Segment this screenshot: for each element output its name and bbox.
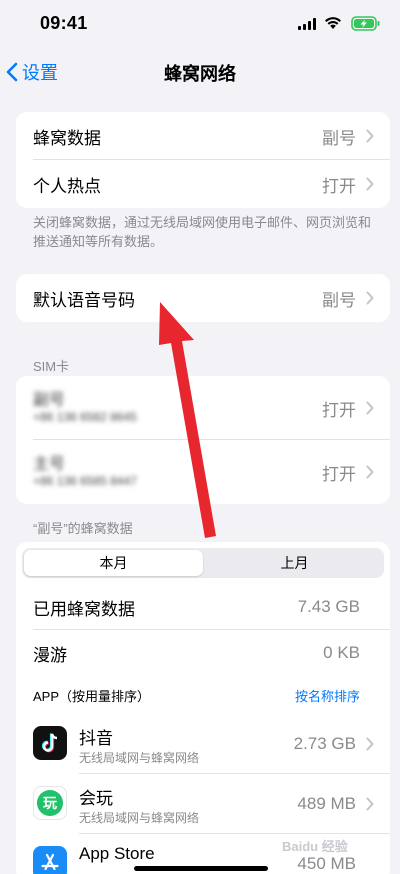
app-network: 无线局域网与蜂窝网络 <box>79 751 200 765</box>
app-store-icon <box>33 846 67 874</box>
usage-card: 本月 上月 已用蜂窝数据 7.43 GB 漫游 0 KB APP（按用量排序） … <box>16 542 390 874</box>
chevron-right-icon <box>366 177 374 191</box>
row-value: 打开 <box>322 176 356 196</box>
chevron-right-icon <box>366 737 374 751</box>
sim-row[interactable]: 副号 +86 136 6582 8645 打开 <box>16 376 390 440</box>
sim-name: 主号 <box>33 456 66 473</box>
home-indicator <box>134 866 268 871</box>
period-segmented-control: 本月 上月 <box>22 548 384 578</box>
used-cellular-data-row: 已用蜂窝数据 7.43 GB <box>16 584 390 630</box>
row-label: 已用蜂窝数据 <box>33 599 135 619</box>
battery-charging-icon <box>351 16 380 31</box>
status-bar: 09:41 <box>0 0 400 50</box>
sim-row[interactable]: 主号 +86 136 6585 8447 打开 <box>16 440 390 504</box>
huiwan-icon: 玩 <box>33 786 67 820</box>
chevron-right-icon <box>366 401 374 415</box>
row-value: 副号 <box>322 128 356 148</box>
app-name: 会玩 <box>79 789 113 808</box>
cellular-signal-icon <box>298 18 316 30</box>
page-title: 蜂窝网络 <box>164 64 236 84</box>
app-network: 无线局域网与蜂窝网络 <box>79 811 200 825</box>
cellular-data-footnote: 关闭蜂窝数据，通过无线局域网使用电子邮件、网页浏览和推送通知等所有数据。 <box>33 215 372 249</box>
baidu-watermark: Baidu 经验 <box>282 839 348 854</box>
tiktok-icon <box>33 726 67 760</box>
app-name: App Store <box>79 844 155 863</box>
chevron-right-icon <box>366 797 374 811</box>
tab-last-month[interactable]: 上月 <box>205 548 384 578</box>
app-usage: 489 MB <box>297 794 356 813</box>
row-label: 蜂窝数据 <box>33 128 101 148</box>
row-value: 副号 <box>322 290 356 310</box>
status-time: 09:41 <box>40 13 88 33</box>
row-value: 0 KB <box>323 643 360 662</box>
row-value: 打开 <box>322 464 356 484</box>
sort-by-name-button[interactable]: 按名称排序 <box>295 686 360 705</box>
row-label: 漫游 <box>33 645 67 665</box>
sim-number: +86 136 6582 8645 <box>33 410 137 424</box>
app-usage: 450 MB <box>297 854 356 873</box>
chevron-right-icon <box>366 291 374 305</box>
chevron-right-icon <box>366 129 374 143</box>
row-label: 个人热点 <box>33 176 101 196</box>
sim-name: 副号 <box>33 392 66 409</box>
app-usage: 2.73 GB <box>293 734 356 753</box>
row-label: 默认语音号码 <box>33 290 135 310</box>
app-name: 抖音 <box>79 729 113 748</box>
voice-number-card: 默认语音号码 副号 <box>16 274 390 322</box>
app-row-douyin[interactable]: 抖音 无线局域网与蜂窝网络 2.73 GB <box>16 714 390 774</box>
personal-hotspot-row[interactable]: 个人热点 打开 <box>16 160 390 208</box>
huiwan-glyph: 玩 <box>37 790 63 816</box>
app-row-huiwan[interactable]: 玩 会玩 无线局域网与蜂窝网络 489 MB <box>16 774 390 834</box>
row-value: 打开 <box>322 400 356 420</box>
cellular-settings-card: 蜂窝数据 副号 个人热点 打开 <box>16 112 390 208</box>
usage-section-header: “副号”的蜂窝数据 <box>33 521 133 536</box>
app-list-title: APP（按用量排序） <box>33 689 151 704</box>
cellular-data-row[interactable]: 蜂窝数据 副号 <box>16 112 390 160</box>
tab-this-month[interactable]: 本月 <box>24 550 203 576</box>
chevron-right-icon <box>366 465 374 479</box>
row-value: 7.43 GB <box>297 597 360 616</box>
default-voice-number-row[interactable]: 默认语音号码 副号 <box>16 274 390 322</box>
nav-bar: 设置 蜂窝网络 <box>0 52 400 92</box>
period-segment-wrap: 本月 上月 <box>16 542 390 584</box>
sim-number: +86 136 6585 8447 <box>33 474 137 488</box>
roaming-row: 漫游 0 KB <box>16 630 390 676</box>
wifi-icon <box>325 17 341 29</box>
app-list-header: APP（按用量排序） 按名称排序 <box>16 676 390 714</box>
sim-card-list: 副号 +86 136 6582 8645 打开 主号 +86 136 6585 … <box>16 376 390 504</box>
sim-section-header: SIM卡 <box>33 359 70 374</box>
